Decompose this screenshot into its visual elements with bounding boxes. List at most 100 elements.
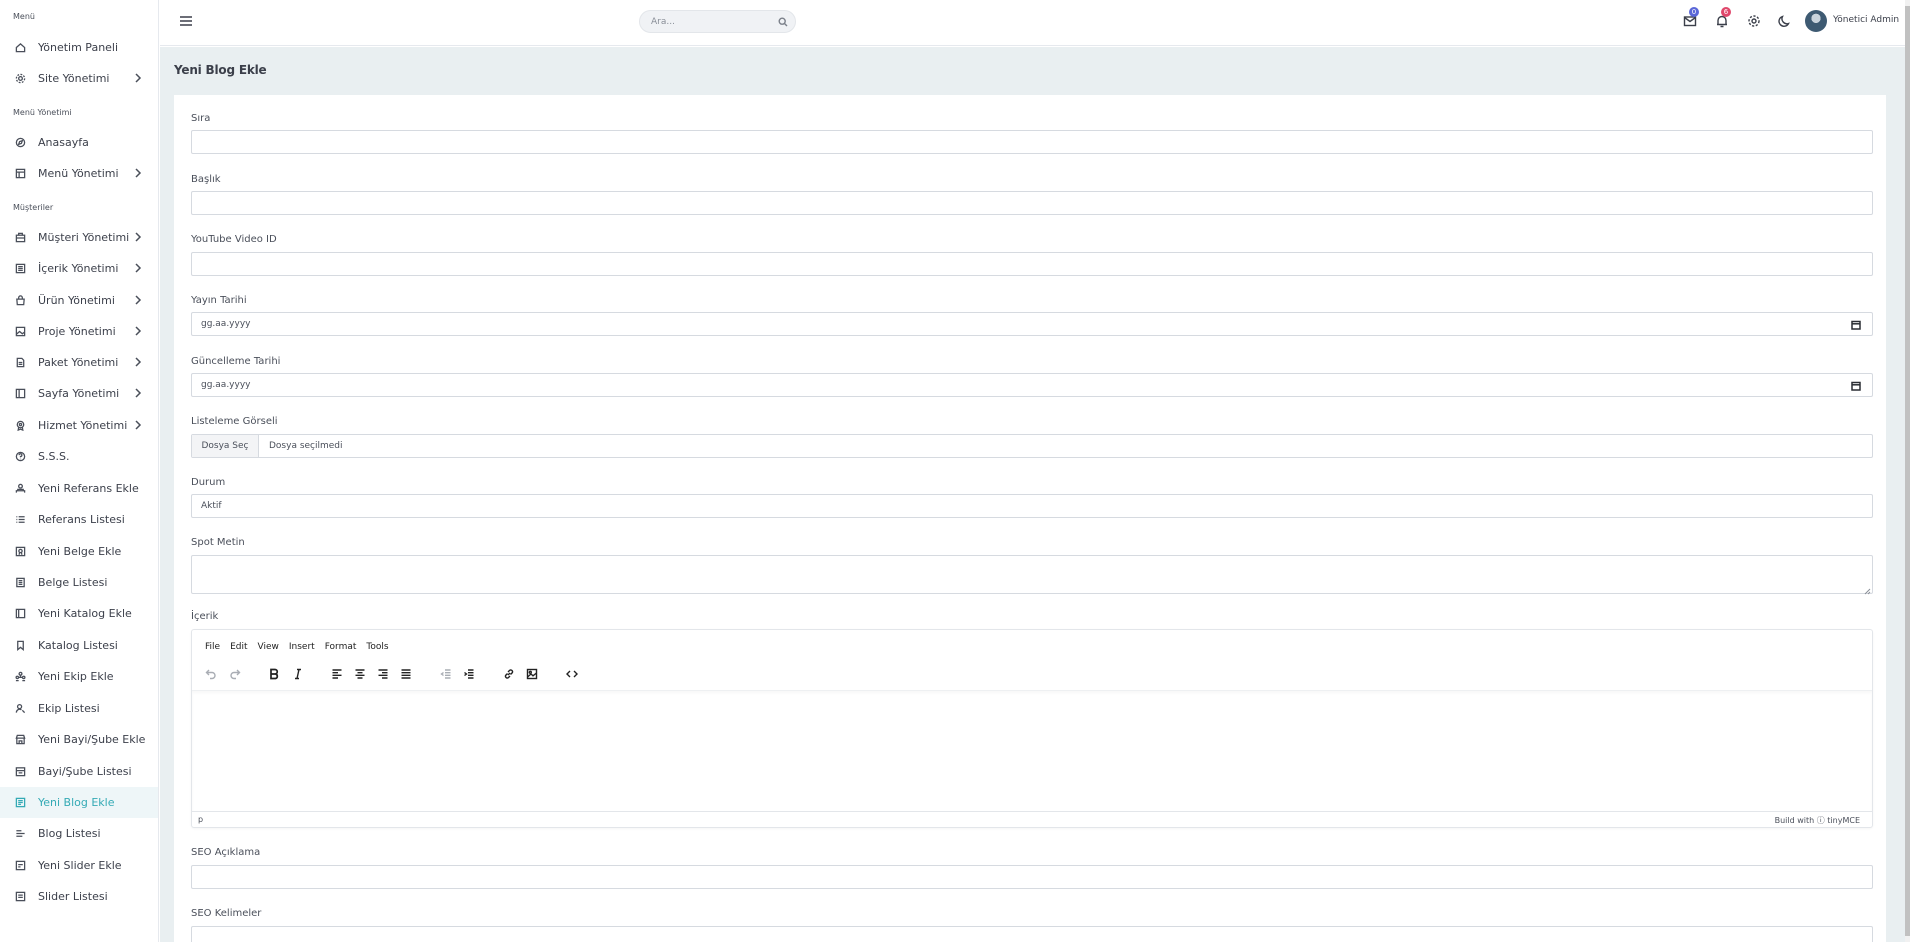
sidebar-item-hizmet-yonetimi[interactable]: Hizmet Yönetimi [0,410,158,441]
chevron-right-icon [134,168,142,178]
outdent-icon[interactable] [437,665,455,683]
bell-icon[interactable]: 6 [1715,7,1731,28]
sira-input[interactable] [191,130,1873,154]
yayin-tarihi-input[interactable]: gg.aa.yyyy [191,312,1873,336]
align-right-icon[interactable] [374,665,392,683]
link-icon[interactable] [500,665,518,683]
listeleme-gorseli-file-input[interactable]: Dosya Seç Dosya seçilmedi [191,434,1873,458]
settings-gear-icon[interactable] [1747,14,1761,28]
editor-menu-edit[interactable]: Edit [230,642,247,652]
badge-icon [15,420,26,431]
choose-file-button[interactable]: Dosya Seç [192,435,259,457]
editor-content-area[interactable] [192,690,1872,812]
editor-menu-format[interactable]: Format [325,642,357,652]
editor-toolbar [192,665,1872,689]
sidebar-item-label: Yönetim Paneli [38,41,119,54]
sidebar-item-yeni-blog-ekle[interactable]: Yeni Blog Ekle [0,787,158,818]
mail-icon[interactable]: 0 [1683,7,1699,28]
hamburger-menu-icon[interactable] [179,14,193,28]
sidebar-item-bayi-sube-listesi[interactable]: Bayi/Şube Listesi [0,756,158,787]
editor-menu-view[interactable]: View [258,642,279,652]
sidebar-item-sss[interactable]: S.S.S. [0,441,158,472]
sidebar-item-yeni-slider-ekle[interactable]: Yeni Slider Ekle [0,850,158,881]
sidebar-item-belge-listesi[interactable]: Belge Listesi [0,567,158,598]
sidebar-item-yeni-bayi-sube-ekle[interactable]: Yeni Bayi/Şube Ekle [0,724,158,755]
search-input[interactable] [651,15,771,29]
doc-list-icon [15,577,26,588]
search-icon[interactable] [778,17,788,27]
sidebar-item-yeni-referans-ekle[interactable]: Yeni Referans Ekle [0,473,158,504]
source-code-icon[interactable] [563,665,581,683]
editor-menu-insert[interactable]: Insert [289,642,315,652]
sidebar-item-site-yonetimi[interactable]: Site Yönetimi [0,63,158,94]
chevron-right-icon [134,420,142,430]
align-left-icon[interactable] [328,665,346,683]
bold-icon[interactable] [265,665,283,683]
resize-handle-icon[interactable] [1864,585,1871,595]
sidebar-item-label: Menü Yönetimi [38,167,119,180]
sidebar-item-label: Katalog Listesi [38,639,118,652]
sidebar-item-icerik-yonetimi[interactable]: İçerik Yönetimi [0,253,158,284]
sidebar-item-label: Referans Listesi [38,513,125,526]
image-insert-icon[interactable] [523,665,541,683]
seo-kelimeler-input[interactable] [191,926,1873,942]
sidebar-item-label: S.S.S. [38,450,70,463]
avatar[interactable] [1805,10,1827,32]
calendar-icon[interactable] [1851,320,1861,330]
sidebar-item-katalog-listesi[interactable]: Katalog Listesi [0,630,158,661]
redo-icon[interactable] [226,665,244,683]
page-scrollbar[interactable] [1905,0,1910,942]
yayin-tarihi-label: Yayın Tarihi [191,295,247,306]
calendar-icon[interactable] [1851,381,1861,391]
align-justify-icon[interactable] [397,665,415,683]
sidebar-item-anasayfa[interactable]: Anasayfa [0,127,158,158]
sidebar-item-blog-listesi[interactable]: Blog Listesi [0,818,158,849]
sidebar-item-sayfa-yonetimi[interactable]: Sayfa Yönetimi [0,378,158,409]
editor-statusbar: p Build with ⓘ tinyMCE [192,811,1872,827]
sidebar-item-yeni-belge-ekle[interactable]: Yeni Belge Ekle [0,536,158,567]
chevron-right-icon [134,73,142,83]
chevron-right-icon [134,357,142,367]
sidebar-item-slider-listesi[interactable]: Slider Listesi [0,881,158,912]
indent-icon[interactable] [460,665,478,683]
help-icon [15,451,26,462]
sidebar-item-yeni-katalog-ekle[interactable]: Yeni Katalog Ekle [0,598,158,629]
sidebar-item-ekip-listesi[interactable]: Ekip Listesi [0,693,158,724]
page-title: Yeni Blog Ekle [174,63,267,77]
sidebar-item-yeni-ekip-ekle[interactable]: Yeni Ekip Ekle [0,661,158,692]
youtube-video-id-input[interactable] [191,252,1873,276]
sidebar-item-musteri-yonetimi[interactable]: Müşteri Yönetimi [0,222,158,253]
editor-menu-file[interactable]: File [205,642,220,652]
sidebar-item-label: Anasayfa [38,136,89,149]
sidebar-item-paket-yonetimi[interactable]: Paket Yönetimi [0,347,158,378]
user-name[interactable]: Yönetici Admin [1833,15,1899,25]
sidebar-item-yonetim-paneli[interactable]: Yönetim Paneli [0,32,158,63]
guncelleme-tarihi-input[interactable]: gg.aa.yyyy [191,373,1873,397]
chevron-right-icon [134,295,142,305]
baslik-input[interactable] [191,191,1873,215]
dark-mode-moon-icon[interactable] [1778,14,1792,28]
file-list-icon [15,263,26,274]
tinymce-brand-link[interactable]: Build with ⓘ tinyMCE [1775,815,1860,826]
italic-icon[interactable] [289,665,307,683]
blog-icon [15,797,26,808]
scrollbar-thumb[interactable] [1905,6,1910,936]
durum-select[interactable]: Aktif [191,494,1873,518]
sidebar-item-proje-yonetimi[interactable]: Proje Yönetimi [0,316,158,347]
sidebar-item-label: Yeni Ekip Ekle [38,670,114,683]
seo-aciklama-input[interactable] [191,865,1873,889]
undo-icon[interactable] [202,665,220,683]
align-center-icon[interactable] [351,665,369,683]
chevron-right-icon [134,232,142,242]
main-content: Yeni Blog Ekle Sıra Başlık YouTube Video… [160,47,1905,942]
element-path[interactable]: p [198,815,203,824]
lines-icon [15,828,26,839]
sidebar-item-referans-listesi[interactable]: Referans Listesi [0,504,158,535]
editor-menu-tools[interactable]: Tools [366,642,388,652]
sidebar-item-label: Site Yönetimi [38,72,110,85]
listeleme-gorseli-label: Listeleme Görseli [191,416,278,427]
sidebar-item-label: Proje Yönetimi [38,325,116,338]
sidebar-item-menu-yonetimi[interactable]: Menü Yönetimi [0,158,158,189]
sidebar-item-urun-yonetimi[interactable]: Ürün Yönetimi [0,285,158,316]
spot-metin-textarea[interactable] [191,555,1873,595]
